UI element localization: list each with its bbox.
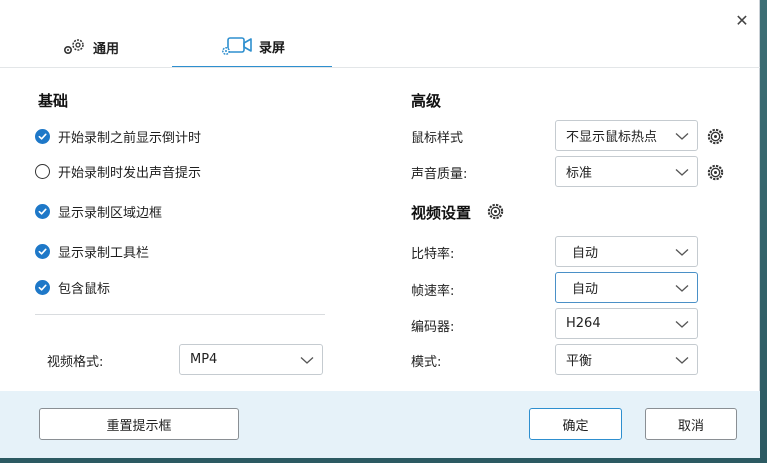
encoder-label: 编码器: (411, 320, 455, 335)
option-label: 显示录制区域边框 (58, 206, 163, 221)
video-format-label: 视频格式: (47, 355, 104, 370)
encoder-select[interactable]: H264 (555, 308, 698, 339)
gear-icon[interactable] (486, 202, 505, 221)
checked-icon[interactable] (35, 244, 50, 259)
chevron-down-icon (675, 249, 689, 256)
checked-icon[interactable] (35, 129, 50, 144)
checked-icon[interactable] (35, 280, 50, 295)
mouse-style-label: 鼠标样式 (411, 131, 464, 146)
mode-select[interactable]: 平衡 (555, 344, 698, 375)
mode-label: 模式: (411, 355, 442, 370)
chevron-down-icon (675, 169, 689, 176)
gear-icon[interactable] (706, 163, 725, 182)
bitrate-label: 比特率: (411, 247, 455, 262)
dialog-footer: 重置提示框 确定 取消 (0, 391, 760, 458)
option-label: 显示录制工具栏 (58, 246, 150, 261)
video-format-value: MP4 (190, 352, 218, 367)
cancel-button[interactable]: 取消 (645, 408, 737, 440)
gear-icon (63, 39, 84, 55)
basic-section-title: 基础 (38, 92, 69, 110)
option-countdown[interactable]: 开始录制之前显示倒计时 (35, 127, 201, 146)
reset-prompts-button[interactable]: 重置提示框 (39, 408, 239, 440)
mouse-style-value: 不显示鼠标热点 (566, 130, 658, 145)
divider (35, 314, 325, 315)
ok-button[interactable]: 确定 (529, 408, 622, 440)
tab-screen-record-label: 录屏 (258, 40, 285, 56)
chevron-down-icon (675, 285, 689, 292)
checked-icon[interactable] (35, 204, 50, 219)
chevron-down-icon (675, 321, 689, 328)
option-show-toolbar[interactable]: 显示录制工具栏 (35, 242, 149, 261)
video-camera-icon (222, 37, 252, 55)
chevron-down-icon (675, 133, 689, 140)
framerate-value: 自动 (572, 282, 599, 297)
tab-bar: 通用 录屏 (10, 26, 760, 68)
chevron-down-icon (300, 357, 314, 364)
mouse-style-select[interactable]: 不显示鼠标热点 (555, 120, 698, 151)
option-include-mouse[interactable]: 包含鼠标 (35, 278, 110, 297)
option-label: 开始录制时发出声音提示 (58, 166, 202, 181)
tab-general-label: 通用 (92, 41, 119, 57)
advanced-section-title: 高级 (411, 92, 442, 110)
encoder-value: H264 (566, 316, 601, 331)
gear-icon[interactable] (706, 127, 725, 146)
option-sound-prompt[interactable]: 开始录制时发出声音提示 (35, 162, 201, 181)
unchecked-icon[interactable] (35, 164, 50, 179)
framerate-select[interactable]: 自动 (555, 272, 698, 303)
settings-dialog: ✕ 通用 录屏 基础 开始录制之前显示倒计时 开始录制时发出声音提示 显示录制区… (0, 0, 760, 458)
framerate-label: 帧速率: (411, 284, 455, 299)
video-settings-title: 视频设置 (411, 204, 472, 222)
sound-quality-value: 标准 (566, 166, 593, 181)
option-show-border[interactable]: 显示录制区域边框 (35, 202, 162, 221)
mode-value: 平衡 (566, 354, 593, 369)
sound-quality-select[interactable]: 标准 (555, 156, 698, 187)
bitrate-select[interactable]: 自动 (555, 236, 698, 267)
option-label: 开始录制之前显示倒计时 (58, 131, 202, 146)
tab-screen-record[interactable]: 录屏 (172, 26, 332, 68)
tab-divider (0, 67, 760, 68)
tab-general[interactable]: 通用 (30, 26, 150, 68)
option-label: 包含鼠标 (58, 282, 111, 297)
chevron-down-icon (675, 357, 689, 364)
sound-quality-label: 声音质量: (411, 167, 468, 182)
bitrate-value: 自动 (572, 246, 599, 261)
video-format-select[interactable]: MP4 (179, 344, 323, 375)
